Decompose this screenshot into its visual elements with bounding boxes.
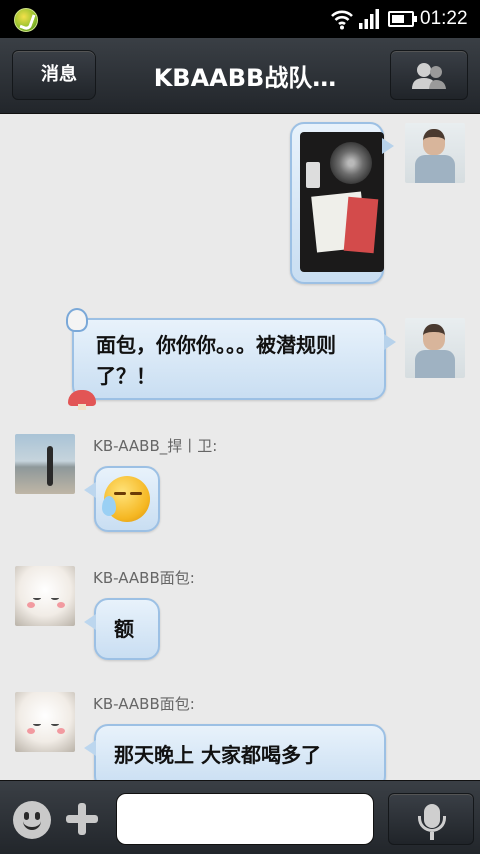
message-text: 面包，你你你。。。被潜规则了？！ (96, 333, 336, 388)
back-button[interactable]: 消息 (12, 50, 96, 100)
image-message-bubble[interactable] (290, 122, 394, 284)
banknotes-image (343, 196, 379, 254)
status-time: 01:22 (420, 8, 468, 29)
phone-image (306, 162, 320, 188)
avatar-head (423, 129, 445, 155)
signal-icon (359, 9, 379, 29)
input-bar (0, 780, 480, 854)
microphone-arc (418, 816, 446, 832)
text-message-bubble[interactable]: 额 (84, 598, 160, 660)
emoji-message-bubble[interactable] (84, 466, 160, 532)
avatar-figure (47, 446, 53, 486)
battery-icon (388, 11, 417, 27)
group-members-button[interactable] (390, 50, 468, 100)
microphone-stem (430, 832, 434, 840)
status-bar: 01:22 (0, 0, 480, 38)
text-message-bubble[interactable]: 面包，你你你。。。被潜规则了？！ (66, 308, 396, 410)
cd-disc-image (330, 142, 372, 184)
my-avatar[interactable] (405, 318, 465, 378)
group-members-icon (412, 63, 446, 89)
sender-avatar[interactable] (15, 434, 75, 494)
sender-name: KB-AABB面包: (93, 569, 195, 587)
message-text: 额 (114, 617, 134, 641)
sweat-face-emoji (102, 476, 150, 522)
chat-title: KBAABB战队… (153, 64, 337, 92)
smiley-icon[interactable] (13, 801, 51, 839)
wifi-icon (331, 10, 353, 30)
app-icon (14, 8, 38, 32)
message-input[interactable] (116, 793, 374, 845)
sender-avatar[interactable] (15, 566, 75, 626)
mushroom-decoration-icon (68, 390, 96, 410)
message-text: 那天晚上 大家都喝多了 (114, 743, 321, 767)
my-avatar[interactable] (405, 123, 465, 183)
title-bar: 消息 KBAABB战队… (0, 38, 480, 114)
sender-name: KB-AABB面包: (93, 695, 195, 713)
photo-thumbnail[interactable] (300, 132, 384, 272)
voice-button[interactable] (388, 793, 474, 845)
avatar-head (423, 324, 445, 350)
sender-avatar[interactable] (15, 692, 75, 752)
plus-icon[interactable] (64, 801, 100, 837)
avatar-body (415, 155, 455, 183)
text-message-bubble[interactable]: 那天晚上 大家都喝多了 (84, 724, 386, 780)
sender-name: KB-AABB_捍丨卫: (93, 437, 218, 455)
message-list[interactable]: 面包，你你你。。。被潜规则了？！ KB-AABB_捍丨卫: KB-AABB面包:… (0, 114, 480, 780)
avatar-body (415, 350, 455, 378)
bubble-decoration-icon (66, 308, 88, 332)
